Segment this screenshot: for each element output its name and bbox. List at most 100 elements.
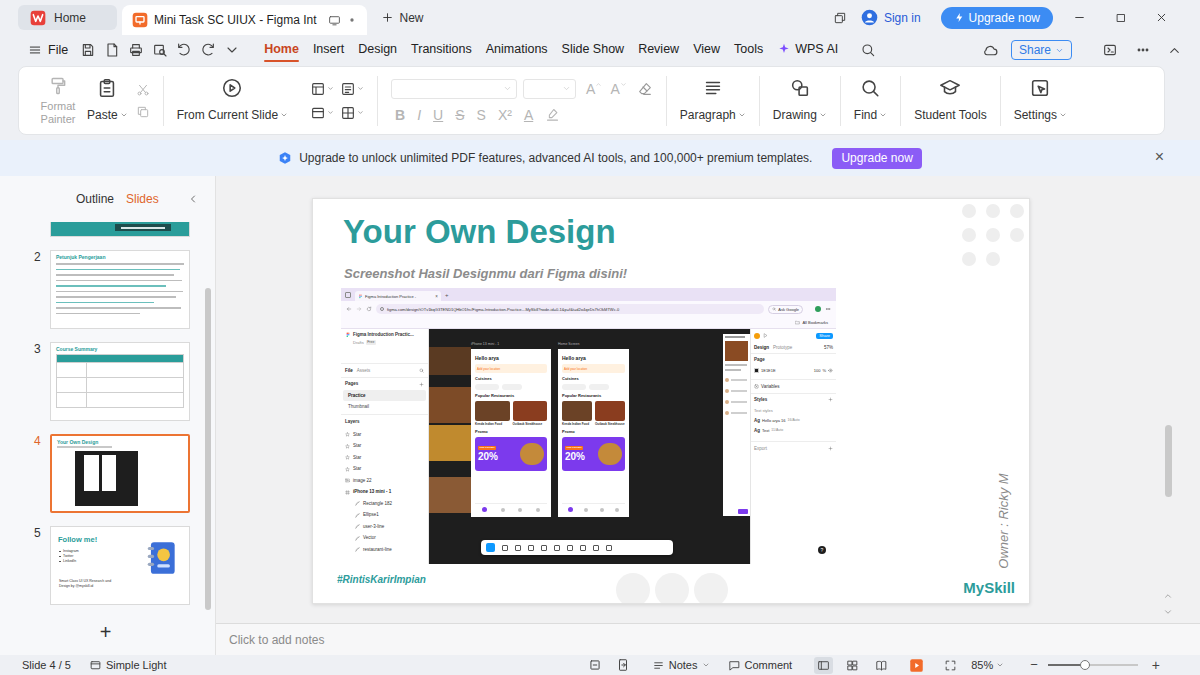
font-size-field[interactable] [523, 79, 576, 99]
design-panel-tab[interactable]: Prototype [773, 345, 792, 351]
eye-icon[interactable] [828, 368, 833, 373]
comment-toggle[interactable]: Comment [728, 657, 793, 674]
restaurant-card[interactable]: Outback Steakhouse [595, 401, 625, 426]
cloud-icon[interactable] [982, 42, 999, 59]
view-button[interactable] [814, 657, 833, 674]
ribbon-tab[interactable]: Transitions [411, 35, 472, 65]
canvas-tool[interactable] [554, 545, 560, 551]
settings-button[interactable]: Settings [1014, 77, 1067, 124]
ribbon-tab[interactable]: View [693, 35, 720, 65]
add-style-icon[interactable] [828, 397, 833, 402]
phone-frame[interactable]: Hello aryaAdd your locationCuisinesPopul… [471, 349, 551, 517]
opacity-value[interactable]: 100 [814, 368, 821, 373]
slide-thumbnail[interactable]: Follow me!InstagramTwitterLinkedInSmart … [50, 526, 190, 605]
theme-button[interactable]: Simple Light [89, 657, 167, 674]
layer-item[interactable]: Star [345, 464, 424, 476]
redo-icon[interactable] [200, 42, 216, 58]
canvas-tool[interactable] [528, 545, 534, 551]
font-style-button[interactable]: S [477, 107, 486, 123]
zoom-slider[interactable] [1048, 664, 1138, 666]
text-style-item[interactable]: AgHello arya 1616/Auto [751, 415, 836, 425]
window-switch-icon[interactable] [833, 11, 847, 25]
collapse-ribbon-icon[interactable] [1167, 43, 1182, 58]
panel-tab[interactable]: Slides [126, 190, 159, 208]
canvas-tool[interactable] [580, 545, 586, 551]
layer-item[interactable]: Rectangle 182 [345, 498, 424, 510]
frame-label[interactable]: iPhone 13 mini - 1 [471, 342, 499, 347]
share-button[interactable]: Share [1011, 40, 1072, 60]
clear-format-icon[interactable] [637, 81, 653, 97]
variables-row[interactable]: Variables [751, 379, 836, 393]
present-icon[interactable] [763, 333, 768, 338]
figma-panel-tab[interactable]: File [345, 368, 353, 374]
ribbon-tab[interactable]: Design [358, 35, 397, 65]
view-button[interactable] [872, 657, 891, 674]
layer-item[interactable]: Star [345, 441, 424, 453]
canvas-tool[interactable] [541, 545, 547, 551]
view-button[interactable] [843, 657, 862, 674]
copy-icon[interactable] [136, 105, 150, 119]
fit-to-window-icon[interactable] [944, 659, 957, 672]
highlight-icon[interactable] [545, 107, 560, 122]
slide-thumbnail[interactable]: Course Summary [50, 342, 190, 421]
reload-icon[interactable] [366, 306, 372, 312]
layer-item[interactable]: iPhone 13 mini - 1 [345, 487, 424, 499]
add-export-icon[interactable] [828, 446, 833, 451]
brand-logo[interactable]: MySkill [963, 579, 1015, 597]
help-button[interactable]: ? [818, 546, 826, 554]
side-panel-icon[interactable] [1102, 42, 1118, 58]
scroll-thumb[interactable] [1165, 425, 1172, 497]
increase-font-button[interactable]: A [586, 81, 602, 97]
slide-title[interactable]: Your Own Design [313, 199, 1029, 251]
format-painter-button[interactable]: Format Painter [37, 76, 79, 126]
add-page-icon[interactable] [419, 382, 424, 387]
upgrade-button[interactable]: Upgrade now [941, 7, 1053, 29]
add-slide-button[interactable]: + [100, 622, 112, 642]
restaurant-card[interactable]: Outback Steakhouse [513, 401, 548, 426]
figma-share-button[interactable]: Share [816, 333, 833, 339]
ribbon-tab[interactable]: Review [638, 35, 679, 65]
url-field[interactable]: figma.com/design/tOTv1bqG3TEND1QHbO1frc/… [376, 304, 764, 314]
from-current-slide-button[interactable]: From Current Slide [177, 77, 288, 124]
notes-toggle[interactable]: Notes [652, 657, 710, 674]
slide-subtitle[interactable]: Screenshot Hasil Designmu dari Figma dis… [313, 265, 1029, 283]
text-style-item[interactable]: AgText11/Auto [751, 425, 836, 435]
drawing-button[interactable]: Drawing [773, 77, 827, 124]
customize-icon[interactable] [224, 42, 240, 58]
save-icon[interactable] [80, 42, 96, 58]
owner-label[interactable]: Owner : Ricky M [995, 466, 1013, 576]
font-style-button[interactable]: B [395, 107, 405, 123]
cast-icon[interactable] [328, 14, 341, 27]
ask-google-button[interactable]: Ask Google [768, 305, 803, 314]
font-style-button[interactable]: A [524, 107, 533, 123]
notes-pane[interactable]: Click to add notes [216, 623, 1200, 655]
font-name-field[interactable] [391, 79, 517, 99]
layout-button[interactable] [310, 105, 334, 121]
restaurant-card[interactable]: Kenda Indian Food [475, 401, 510, 426]
document-tab[interactable]: Mini Task SC UIUX - Figma Int [122, 5, 367, 35]
ribbon-tab[interactable]: WPS AI [777, 35, 838, 65]
find-button[interactable]: Find [854, 77, 887, 124]
phone-frame[interactable]: Hello aryaAdd your locationCuisinesPopul… [558, 349, 629, 517]
layer-item[interactable]: user-3-line [345, 521, 424, 533]
slide-canvas[interactable]: Your Own Design Screenshot Hasil Designmu… [312, 198, 1030, 604]
print-icon[interactable] [128, 42, 144, 58]
slide-thumbnail[interactable] [50, 222, 190, 237]
layer-item[interactable]: Star [345, 452, 424, 464]
zoom-out-button[interactable]: − [1030, 658, 1038, 672]
close-window-button[interactable] [1141, 5, 1182, 31]
detail-frame[interactable] [723, 334, 750, 516]
forward-icon[interactable] [356, 306, 362, 312]
browser-tab[interactable]: Figma Introduction Practice - × [355, 291, 441, 301]
frame-label[interactable]: Home Screen [558, 342, 579, 347]
embedded-screenshot[interactable]: Figma Introduction Practice - ×+figma.co… [341, 288, 836, 564]
promo-card[interactable]: GET PROMO20% [475, 437, 547, 471]
layer-item[interactable]: Star [345, 429, 424, 441]
student-tools-button[interactable]: Student Tools [914, 77, 987, 124]
maximize-button[interactable] [1100, 5, 1141, 31]
layout-button[interactable] [310, 81, 334, 97]
next-slide-icon[interactable] [1163, 607, 1173, 617]
font-style-button[interactable]: X² [498, 107, 512, 123]
ribbon-tab[interactable]: Slide Show [562, 35, 625, 65]
layer-item[interactable]: restaurant-line [345, 544, 424, 556]
